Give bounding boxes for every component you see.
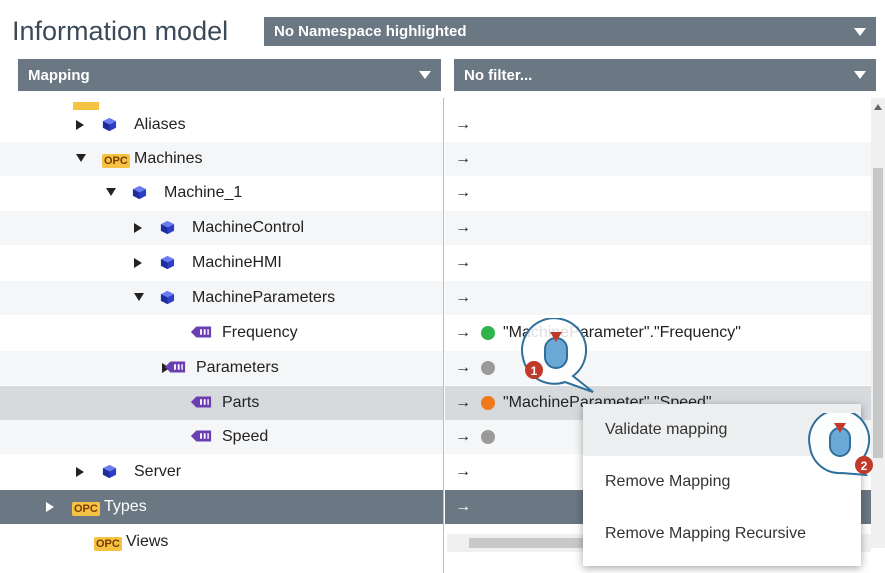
status-unknown-icon [481, 430, 495, 444]
tree-row[interactable]: OPC Views [0, 525, 444, 559]
tree-row[interactable]: OPC Types [0, 490, 444, 524]
mapping-arrow-icon: → [455, 394, 471, 411]
tree-label: Types [104, 498, 147, 515]
tree-label: Machine_1 [164, 184, 243, 201]
expand-right-icon[interactable] [76, 467, 84, 477]
chevron-down-icon [419, 71, 431, 79]
namespace-select[interactable]: No Namespace highlighted [264, 17, 876, 46]
variable-icon [190, 325, 212, 339]
tree-label: MachineParameters [192, 289, 336, 306]
tree-pane: Aliases OPC Machines Machine_1 MachineContro… [0, 98, 444, 573]
tree-label: MachineControl [192, 219, 305, 236]
status-unknown-icon [481, 361, 495, 375]
tree-label: Parts [222, 394, 260, 411]
tree-row[interactable]: Parameters [0, 351, 444, 385]
step-marker-1: 1 [531, 364, 538, 378]
opc-folder-icon: OPC [72, 502, 100, 516]
tree-row[interactable]: Server [0, 455, 444, 489]
mapping-row[interactable]: → [445, 108, 871, 142]
pane-divider [443, 98, 444, 573]
page-title: Information model [12, 16, 229, 46]
mapping-arrow-icon: → [455, 219, 471, 236]
mapping-row[interactable]: → [445, 246, 871, 280]
scroll-up-icon[interactable] [874, 104, 882, 110]
mouse-callout-1: 1 [521, 318, 594, 393]
expand-right-icon[interactable] [134, 223, 142, 233]
tree-row[interactable]: OPC Machines [0, 142, 444, 176]
tree-label: Frequency [222, 324, 298, 341]
right-filter-select[interactable]: No filter... [454, 59, 876, 91]
object-cube-icon [160, 255, 175, 270]
mouse-icon [544, 337, 568, 369]
mapping-arrow-icon: → [455, 463, 471, 480]
mapping-row[interactable]: → [445, 176, 871, 210]
mapping-row[interactable]: → [445, 351, 871, 385]
tree-label: Speed [222, 428, 269, 445]
mapping-row[interactable]: → [445, 211, 871, 245]
object-cube-icon [160, 220, 175, 235]
variable-icon [190, 395, 212, 409]
expand-down-icon[interactable] [134, 293, 144, 301]
mapping-row[interactable]: → [445, 281, 871, 315]
mapping-arrow-icon: → [455, 116, 471, 133]
mapping-arrow-icon: → [455, 289, 471, 306]
mapping-arrow-icon: → [455, 184, 471, 201]
expand-down-icon[interactable] [106, 188, 116, 196]
object-cube-icon [102, 117, 117, 132]
mapping-row[interactable]: → [445, 142, 871, 176]
expand-right-icon[interactable] [46, 502, 54, 512]
mapping-arrow-icon: → [455, 498, 471, 515]
variable-icon [164, 360, 186, 374]
expand-down-icon[interactable] [76, 154, 86, 162]
right-filter-value: No filter... [464, 66, 533, 84]
tree-row[interactable]: Frequency [0, 316, 444, 350]
tree-label: MachineHMI [192, 254, 282, 271]
opc-folder-icon: OPC [94, 537, 122, 551]
tree-row[interactable]: Aliases [0, 108, 444, 142]
left-filter-value: Mapping [28, 66, 90, 84]
chevron-down-icon [854, 27, 866, 36]
tree-label: Server [134, 463, 182, 480]
tree-row[interactable]: MachineHMI [0, 246, 444, 280]
left-filter-select[interactable]: Mapping [18, 59, 441, 91]
tree-label: Views [126, 533, 169, 550]
mouse-callout-2: 2 [808, 413, 873, 477]
tree-label: Machines [134, 150, 203, 167]
status-valid-icon [481, 326, 495, 340]
tree-row[interactable]: Parts [0, 386, 444, 420]
expand-right-icon[interactable] [134, 258, 142, 268]
mapping-arrow-icon: → [455, 324, 471, 341]
mapping-row[interactable]: → "MachineParameter"."Frequency" [445, 316, 871, 350]
step-marker-2: 2 [861, 459, 868, 473]
object-cube-icon [132, 185, 147, 200]
tree-row[interactable]: MachineParameters [0, 281, 444, 315]
tree-row[interactable]: Speed [0, 420, 444, 454]
mapping-arrow-icon: → [455, 428, 471, 445]
tree-row[interactable]: MachineControl [0, 211, 444, 245]
object-cube-icon [160, 290, 175, 305]
chevron-down-icon [854, 71, 866, 79]
status-warning-icon [481, 396, 495, 410]
variable-icon [190, 429, 212, 443]
namespace-select-value: No Namespace highlighted [274, 23, 467, 40]
mapping-arrow-icon: → [455, 150, 471, 167]
mapping-arrow-icon: → [455, 254, 471, 271]
menu-item-remove-mapping-recursive[interactable]: Remove Mapping Recursive [583, 508, 861, 560]
mapping-arrow-icon: → [455, 359, 471, 376]
tree-row[interactable]: Machine_1 [0, 176, 444, 210]
tree-label: Parameters [196, 359, 279, 376]
tree-label: Aliases [134, 116, 186, 133]
opc-folder-icon: OPC [102, 154, 130, 168]
object-cube-icon [102, 464, 117, 479]
expand-right-icon[interactable] [76, 120, 84, 130]
